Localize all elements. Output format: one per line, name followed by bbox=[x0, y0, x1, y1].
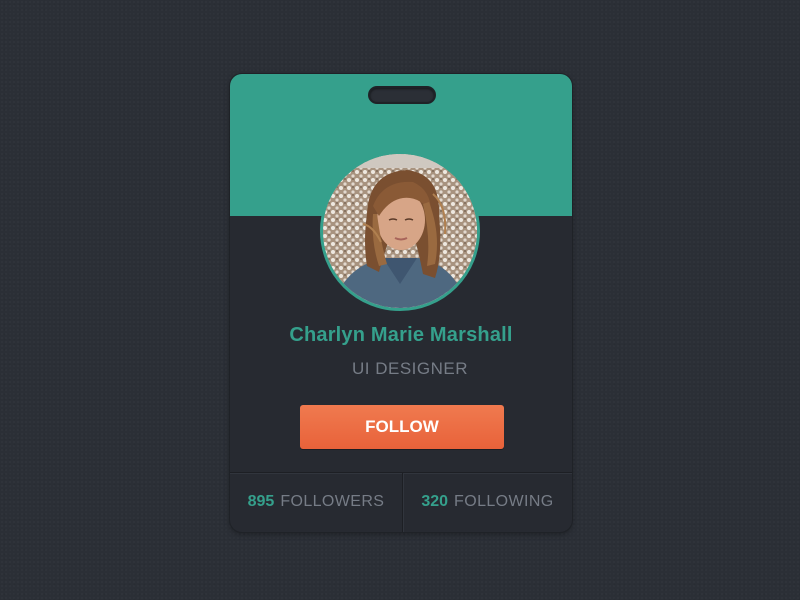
profile-card: Charlyn Marie Marshall UI DESIGNER FOLLO… bbox=[230, 74, 572, 532]
stats-bar: 895 FOLLOWERS 320 FOLLOWING bbox=[230, 472, 572, 532]
profile-photo-icon bbox=[323, 154, 477, 308]
following-label: FOLLOWING bbox=[454, 493, 554, 510]
follow-button[interactable]: FOLLOW bbox=[300, 405, 504, 449]
followers-label: FOLLOWERS bbox=[280, 493, 385, 510]
profile-role: UI DESIGNER bbox=[352, 359, 469, 378]
following-count: 320 bbox=[421, 493, 449, 510]
stat-followers[interactable]: 895 FOLLOWERS bbox=[230, 473, 402, 532]
avatar bbox=[320, 151, 480, 311]
stat-following[interactable]: 320 FOLLOWING bbox=[403, 473, 572, 532]
followers-count: 895 bbox=[247, 493, 275, 510]
lanyard-slot bbox=[370, 88, 434, 102]
profile-name: Charlyn Marie Marshall bbox=[289, 324, 513, 346]
